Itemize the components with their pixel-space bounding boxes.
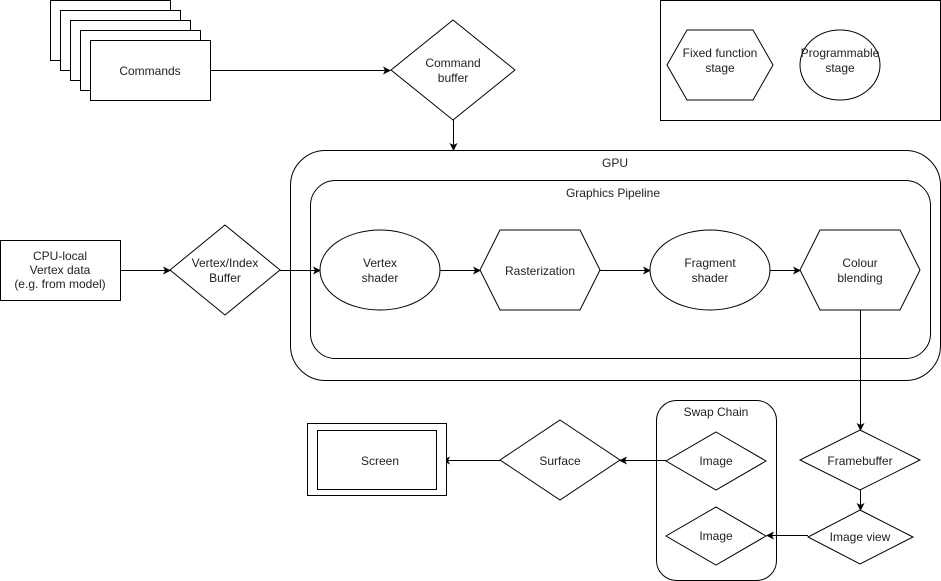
- vertex-index-buffer-diamond: [169, 224, 281, 316]
- commands-label: Commands: [119, 64, 180, 78]
- command-buffer-label-2: buffer: [438, 71, 468, 85]
- swap-chain-label: Swap Chain: [684, 405, 749, 419]
- command-buffer-label: Command: [425, 56, 480, 70]
- colour-blending-hexagon: [799, 229, 921, 311]
- vertex-index-buffer-label: Vertex/Index: [192, 256, 259, 270]
- legend-fixed-function-label: Fixed function: [683, 46, 758, 60]
- fragment-shader-label: Fragment: [684, 256, 736, 270]
- legend: Fixed function stage Programmable stage: [660, 0, 941, 121]
- framebuffer-label: Framebuffer: [827, 454, 892, 468]
- screen-label: Screen: [361, 454, 399, 468]
- vertex-shader-label: Vertex: [363, 256, 397, 270]
- gpu-label: GPU: [602, 156, 628, 170]
- vertex-shader-ellipse: [319, 229, 441, 311]
- legend-programmable-label-2: stage: [825, 61, 855, 75]
- vertex-shader-label-2: shader: [362, 271, 399, 285]
- surface-label: Surface: [539, 454, 581, 468]
- fragment-shader-label-2: shader: [692, 271, 729, 285]
- cpu-vertex-data-label-3: (e.g. from model): [14, 277, 105, 291]
- cpu-vertex-data-label-2: Vertex data: [30, 263, 91, 277]
- graphics-pipeline-label: Graphics Pipeline: [566, 186, 660, 200]
- legend-fixed-function-label-2: stage: [705, 61, 735, 75]
- fragment-shader-ellipse: [649, 229, 771, 311]
- image-1-label: Image: [699, 454, 733, 468]
- vulkan-pipeline-diagram: Fixed function stage Programmable stage …: [0, 0, 941, 581]
- command-buffer-diamond: [390, 19, 516, 121]
- cpu-vertex-data-label: CPU-local: [33, 249, 87, 263]
- colour-blending-label: Colour: [842, 256, 877, 270]
- image-2-label: Image: [699, 529, 733, 543]
- image-view-label: Image view: [830, 530, 891, 544]
- rasterization-label: Rasterization: [505, 264, 575, 278]
- legend-programmable-label: Programmable: [801, 46, 880, 60]
- vertex-index-buffer-label-2: Buffer: [209, 271, 241, 285]
- commands-stack: Commands: [50, 0, 211, 101]
- colour-blending-label-2: blending: [837, 271, 882, 285]
